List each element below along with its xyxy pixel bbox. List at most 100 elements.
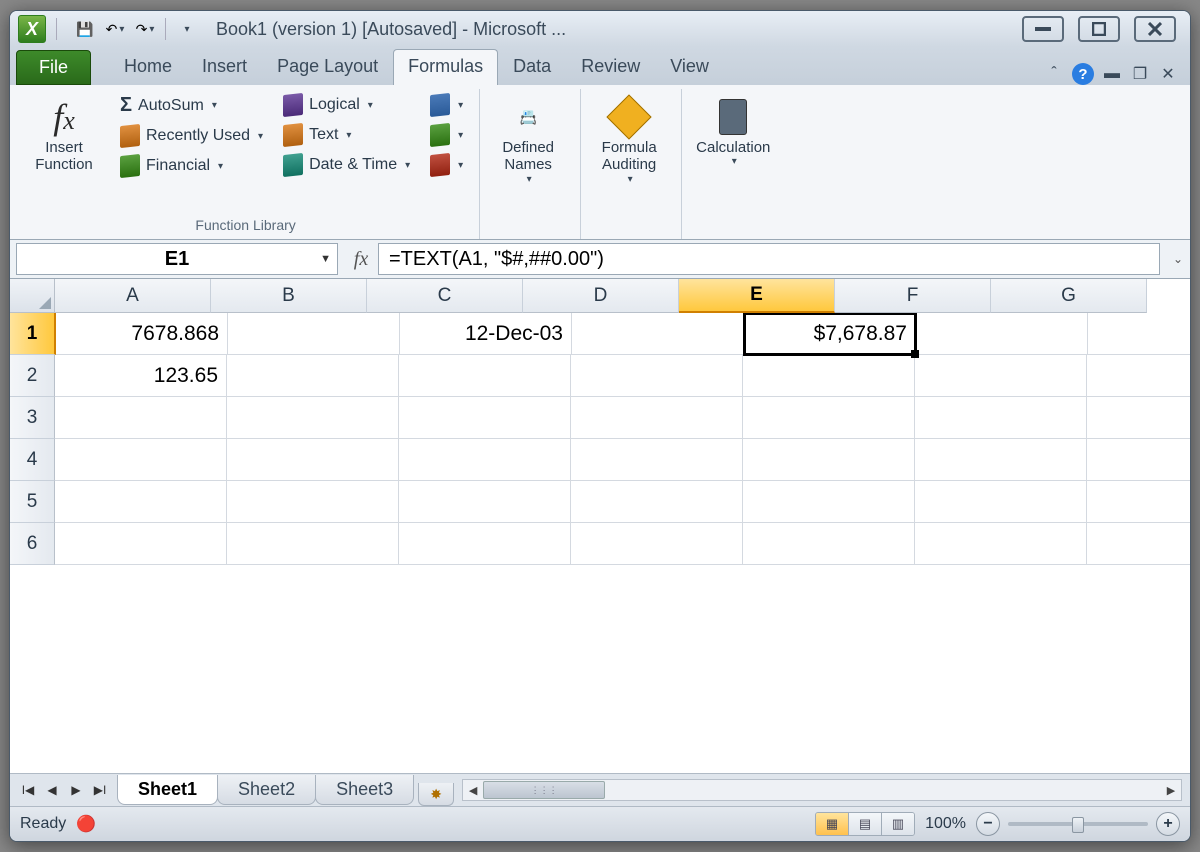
cell-g6[interactable] (1087, 523, 1190, 565)
cell-a5[interactable] (55, 481, 227, 523)
workbook-close-button[interactable]: ✕ (1158, 64, 1178, 84)
chevron-down-icon[interactable]: ▾ (149, 24, 154, 35)
tab-review[interactable]: Review (566, 49, 655, 85)
new-sheet-button[interactable]: ✸ (418, 783, 454, 806)
chevron-down-icon[interactable]: ▾ (458, 100, 463, 111)
row-header-4[interactable]: 4 (10, 439, 55, 481)
horizontal-scrollbar[interactable]: ◀ ⋮⋮⋮ ▶ (462, 779, 1182, 801)
cell-d1[interactable] (572, 313, 744, 355)
last-sheet-button[interactable]: ▶I (88, 779, 112, 801)
cell-b5[interactable] (227, 481, 399, 523)
save-button[interactable]: 💾 (71, 16, 99, 42)
undo-button[interactable]: ↶▾ (101, 16, 129, 42)
cell-e6[interactable] (743, 523, 915, 565)
insert-function-button[interactable]: fx Insert Function (22, 91, 106, 178)
row-header-1[interactable]: 1 (10, 313, 56, 355)
sheet-tab-3[interactable]: Sheet3 (315, 775, 414, 805)
column-header-f[interactable]: F (835, 279, 991, 313)
cell-g2[interactable] (1087, 355, 1190, 397)
row-header-5[interactable]: 5 (10, 481, 55, 523)
cell-b1[interactable] (228, 313, 400, 355)
select-all-corner[interactable] (10, 279, 55, 313)
formula-auditing-button[interactable]: Formula Auditing ▾ (587, 91, 671, 189)
formula-input[interactable]: =TEXT(A1, "$#,##0.00") (378, 243, 1160, 275)
scroll-left-button[interactable]: ◀ (463, 784, 483, 797)
workbook-restore-button[interactable]: ❐ (1130, 64, 1150, 84)
scroll-thumb[interactable]: ⋮⋮⋮ (483, 781, 605, 799)
math-trig-button[interactable]: ▾ (424, 121, 469, 149)
chevron-down-icon[interactable]: ▾ (458, 160, 463, 171)
lookup-reference-button[interactable]: ▾ (424, 91, 469, 119)
cell-f4[interactable] (915, 439, 1087, 481)
cell-g1[interactable] (1088, 313, 1190, 355)
maximize-button[interactable] (1078, 16, 1120, 42)
cell-a1[interactable]: 7678.868 (56, 313, 228, 355)
cell-e3[interactable] (743, 397, 915, 439)
cell-e5[interactable] (743, 481, 915, 523)
more-functions-button[interactable]: ▾ (424, 151, 469, 179)
cell-d3[interactable] (571, 397, 743, 439)
tab-view[interactable]: View (655, 49, 724, 85)
cell-c3[interactable] (399, 397, 571, 439)
zoom-level[interactable]: 100% (925, 815, 966, 833)
cell-e2[interactable] (743, 355, 915, 397)
cell-a6[interactable] (55, 523, 227, 565)
chevron-down-icon[interactable]: ▾ (405, 160, 410, 171)
column-header-a[interactable]: A (55, 279, 211, 313)
column-header-e[interactable]: E (679, 279, 835, 313)
cell-e4[interactable] (743, 439, 915, 481)
cell-b4[interactable] (227, 439, 399, 481)
cell-c6[interactable] (399, 523, 571, 565)
next-sheet-button[interactable]: ▶ (64, 779, 88, 801)
row-header-3[interactable]: 3 (10, 397, 55, 439)
row-header-6[interactable]: 6 (10, 523, 55, 565)
autosum-button[interactable]: ΣAutoSum▾ (114, 91, 269, 120)
cell-c1[interactable]: 12-Dec-03 (400, 313, 572, 355)
cell-f3[interactable] (915, 397, 1087, 439)
chevron-down-icon[interactable]: ▾ (368, 100, 373, 111)
cell-b6[interactable] (227, 523, 399, 565)
cell-g3[interactable] (1087, 397, 1190, 439)
chevron-down-icon[interactable]: ▾ (212, 100, 217, 111)
scroll-track[interactable]: ⋮⋮⋮ (483, 780, 1161, 800)
name-box-dropdown[interactable]: ▼ (320, 253, 331, 265)
customize-qat-button[interactable]: ▾ (172, 16, 200, 42)
chevron-down-icon[interactable]: ▾ (258, 131, 263, 142)
chevron-down-icon[interactable]: ▾ (218, 161, 223, 172)
cell-a2[interactable]: 123.65 (55, 355, 227, 397)
cell-c2[interactable] (399, 355, 571, 397)
cell-b2[interactable] (227, 355, 399, 397)
zoom-thumb[interactable] (1072, 817, 1084, 833)
cell-b3[interactable] (227, 397, 399, 439)
chevron-down-icon[interactable]: ▾ (527, 174, 532, 185)
page-break-view-button[interactable]: ▥ (881, 813, 914, 835)
chevron-down-icon[interactable]: ▾ (346, 130, 351, 141)
tab-formulas[interactable]: Formulas (393, 49, 498, 85)
first-sheet-button[interactable]: I◀ (16, 779, 40, 801)
recently-used-button[interactable]: Recently Used▾ (114, 122, 269, 150)
chevron-down-icon[interactable]: ▾ (732, 156, 737, 167)
cell-g5[interactable] (1087, 481, 1190, 523)
cell-f6[interactable] (915, 523, 1087, 565)
zoom-track[interactable] (1008, 822, 1148, 826)
help-icon[interactable]: ? (1072, 63, 1094, 85)
chevron-down-icon[interactable]: ▾ (458, 130, 463, 141)
sheet-tab-2[interactable]: Sheet2 (217, 775, 316, 805)
cell-f2[interactable] (915, 355, 1087, 397)
close-button[interactable] (1134, 16, 1176, 42)
cell-a3[interactable] (55, 397, 227, 439)
scroll-right-button[interactable]: ▶ (1161, 784, 1181, 797)
prev-sheet-button[interactable]: ◀ (40, 779, 64, 801)
minimize-button[interactable] (1022, 16, 1064, 42)
cell-f5[interactable] (915, 481, 1087, 523)
fx-button[interactable]: fx (344, 248, 378, 271)
redo-button[interactable]: ↷▾ (131, 16, 159, 42)
cell-a4[interactable] (55, 439, 227, 481)
cell-d6[interactable] (571, 523, 743, 565)
financial-button[interactable]: Financial▾ (114, 152, 269, 180)
text-button[interactable]: Text▾ (277, 121, 416, 149)
zoom-out-button[interactable]: − (976, 812, 1000, 836)
expand-formula-bar-button[interactable]: ⌄ (1166, 252, 1190, 266)
defined-names-button[interactable]: 📇 Defined Names ▾ (486, 91, 570, 189)
column-header-d[interactable]: D (523, 279, 679, 313)
